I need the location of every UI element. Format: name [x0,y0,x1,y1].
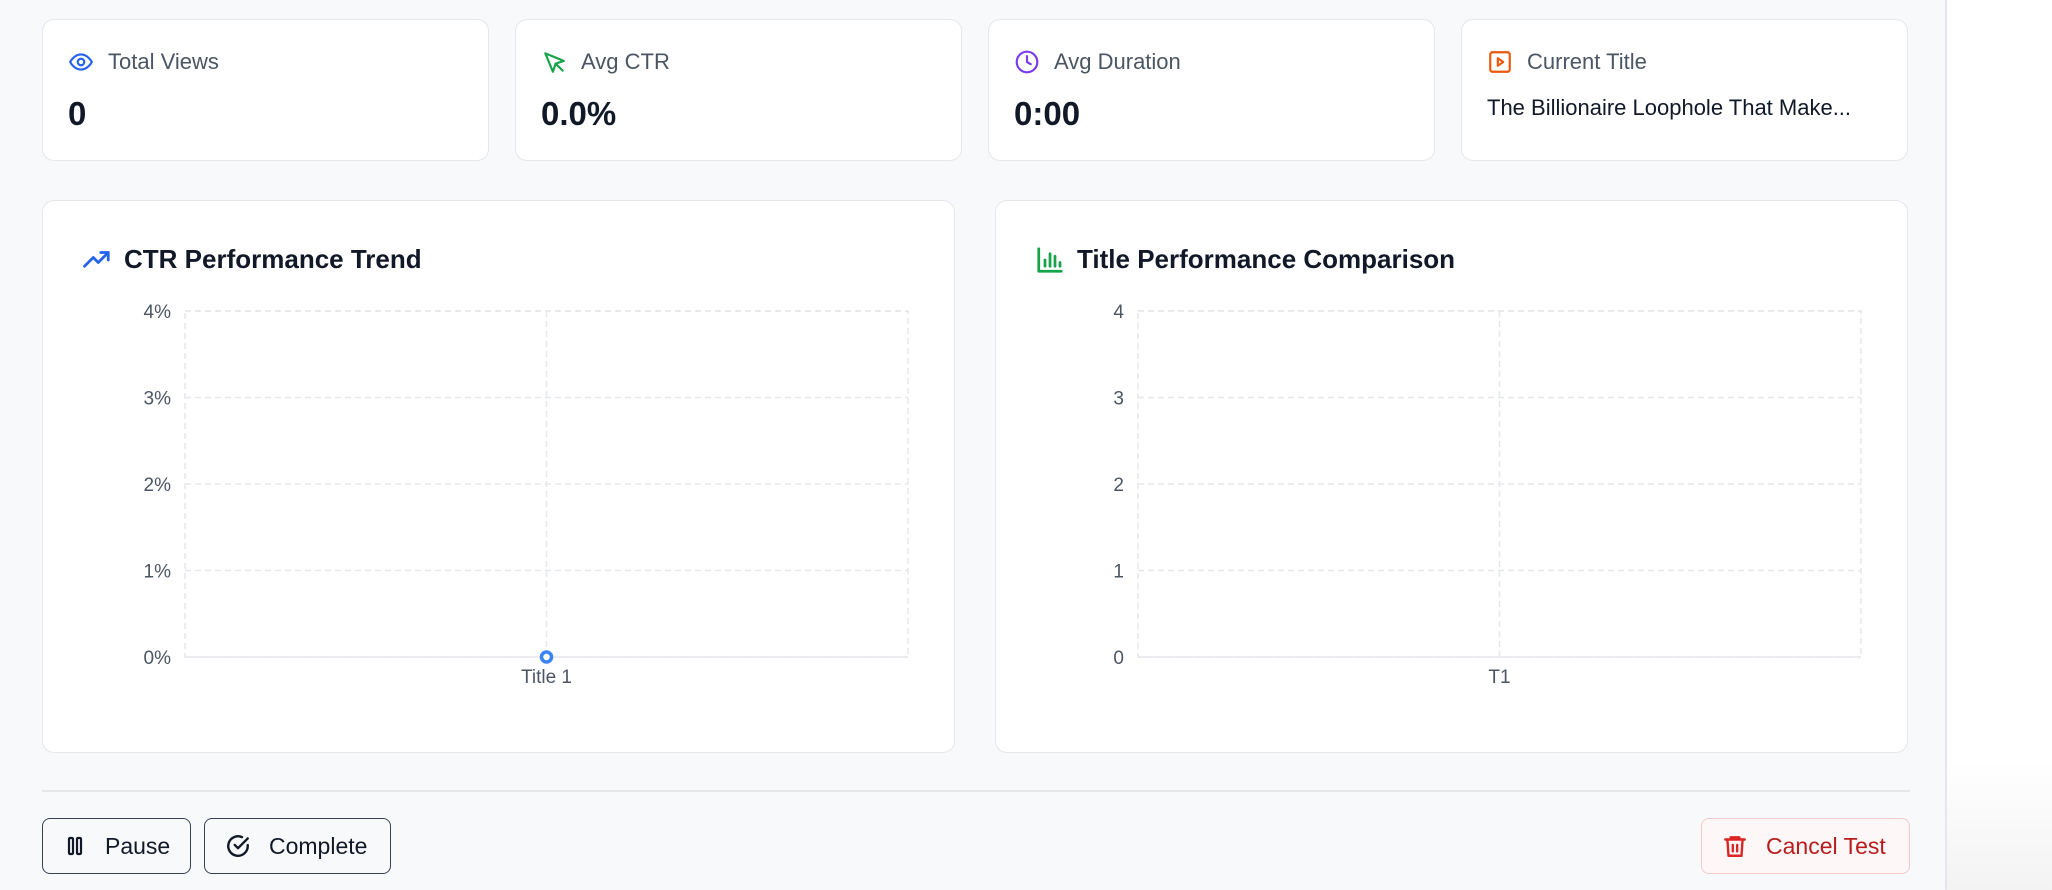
ctr-chart-x-tick: Title 1 [521,667,572,688]
complete-button[interactable]: Complete [204,818,391,874]
ctr-chart-y-tick: 1% [144,562,172,583]
ctr-chart-point [539,650,554,664]
page-edge-shadow [1947,760,2052,890]
check-circle-icon [227,835,249,857]
pause-button-label: Pause [105,832,171,859]
ctr-chart-y-tick: 0% [144,648,172,669]
pause-icon [67,836,83,856]
test-dashboard-panel: Total Views 0 Avg CTR 0.0% Avg Duration … [0,0,1947,890]
comparison-chart-y-tick: 1 [1113,562,1124,583]
ctr-chart-y-tick: 4% [144,302,172,323]
comparison-chart-y-tick: 3 [1113,389,1124,410]
cancel-test-button-label: Cancel Test [1766,832,1886,859]
cancel-test-button[interactable]: Cancel Test [1701,818,1910,874]
comparison-chart-y-tick: 4 [1113,302,1124,323]
comparison-chart-x-tick: T1 [1488,667,1510,688]
trash-icon [1724,836,1746,857]
comparison-chart-y-tick: 2 [1113,475,1124,496]
complete-button-label: Complete [269,832,368,859]
charts-canvas: 0% 1% 2% 3% 4% Title 1 0 1 2 3 4 T1 [144,302,1862,688]
ctr-chart-y-tick: 2% [144,475,172,496]
pause-button[interactable]: Pause [42,818,191,874]
divider [42,790,1910,792]
ctr-chart-y-tick: 3% [144,389,172,410]
comparison-chart-y-tick: 0 [1113,648,1124,669]
